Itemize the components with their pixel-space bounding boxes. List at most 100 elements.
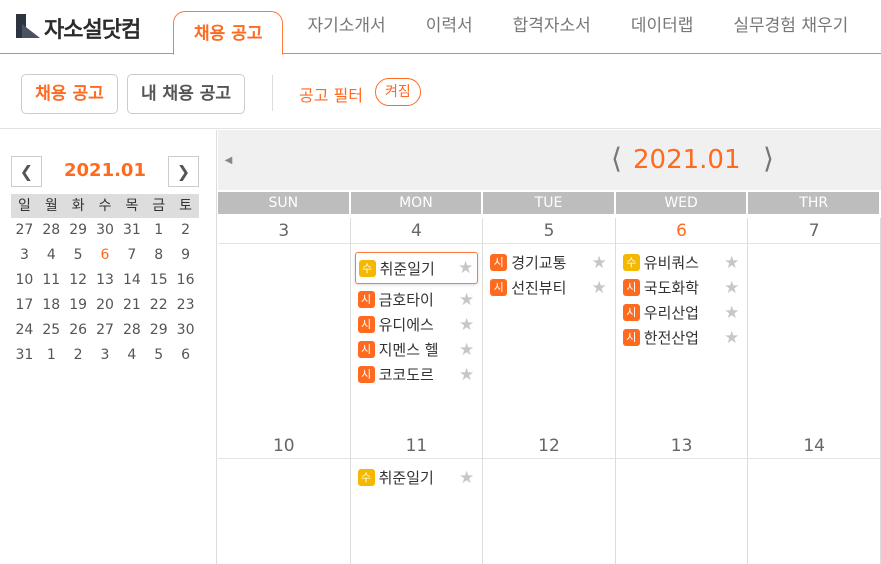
job-event[interactable]: 시 지멘스 헬 ★ bbox=[355, 337, 479, 362]
mini-day[interactable]: 7 bbox=[118, 243, 145, 268]
star-icon[interactable]: ★ bbox=[724, 253, 739, 273]
mini-day[interactable]: 3 bbox=[11, 243, 38, 268]
job-event[interactable]: 수 취준일기 ★ bbox=[355, 465, 479, 490]
collapse-sidebar-button[interactable]: ◀ bbox=[218, 130, 239, 190]
company-name: 한전산업 bbox=[643, 329, 699, 347]
mini-day[interactable]: 27 bbox=[11, 218, 38, 243]
mini-day[interactable]: 1 bbox=[38, 343, 65, 368]
mini-day[interactable]: 12 bbox=[65, 268, 92, 293]
day-cell[interactable]: 3 bbox=[218, 218, 351, 433]
day-cell[interactable]: 6 수 유비쿼스 ★ 시 국도화학 ★ 시 우리산업 ★ 시 한전산업 ★ bbox=[615, 218, 749, 433]
mini-day[interactable]: 2 bbox=[65, 343, 92, 368]
mini-day[interactable]: 21 bbox=[118, 293, 145, 318]
mini-day[interactable]: 28 bbox=[38, 218, 65, 243]
mini-day[interactable]: 3 bbox=[92, 343, 119, 368]
tab-3[interactable]: 합격자소서 bbox=[493, 11, 611, 55]
day-cell[interactable]: 7 bbox=[748, 218, 881, 433]
day-cell[interactable]: 4 수 취준일기 ★ 시 금호타이 ★ 시 유디에스 ★ 시 지멘스 헬 ★ 시 코코도르 ★ bbox=[350, 218, 484, 433]
mini-day[interactable]: 5 bbox=[65, 243, 92, 268]
mini-day[interactable]: 9 bbox=[172, 243, 199, 268]
mini-day[interactable]: 28 bbox=[118, 318, 145, 343]
day-cell[interactable]: 5 시 경기교통 ★ 시 선진뷰티 ★ bbox=[483, 218, 616, 433]
mini-day[interactable]: 29 bbox=[145, 318, 172, 343]
weekday-label: SUN bbox=[218, 192, 351, 214]
day-cell[interactable]: 12 bbox=[483, 433, 616, 564]
filter-toggle[interactable]: 켜짐 bbox=[375, 78, 421, 106]
mini-day[interactable]: 10 bbox=[11, 268, 38, 293]
star-icon[interactable]: ★ bbox=[459, 290, 474, 310]
mini-day[interactable]: 29 bbox=[65, 218, 92, 243]
job-event[interactable]: 수 유비쿼스 ★ bbox=[620, 250, 744, 275]
mini-day[interactable]: 2 bbox=[172, 218, 199, 243]
day-cell[interactable]: 10 bbox=[218, 433, 351, 564]
job-event[interactable]: 시 금호타이 ★ bbox=[355, 287, 479, 312]
mini-day[interactable]: 23 bbox=[172, 293, 199, 318]
mini-next-month-button[interactable]: ❯ bbox=[168, 156, 199, 187]
weekday-label: WED bbox=[615, 192, 749, 214]
star-icon[interactable]: ★ bbox=[458, 258, 473, 278]
job-postings-button[interactable]: 채용 공고 bbox=[21, 74, 118, 114]
mini-day[interactable]: 27 bbox=[92, 318, 119, 343]
app-name: 자소설닷컴 bbox=[44, 18, 141, 43]
star-icon[interactable]: ★ bbox=[724, 328, 739, 348]
mini-day[interactable]: 31 bbox=[11, 343, 38, 368]
mini-day[interactable]: 16 bbox=[172, 268, 199, 293]
job-event[interactable]: 시 선진뷰티 ★ bbox=[487, 275, 611, 300]
mini-day[interactable]: 4 bbox=[118, 343, 145, 368]
company-name: 코코도르 bbox=[378, 366, 434, 384]
company-name: 선진뷰티 bbox=[511, 279, 567, 297]
mini-day[interactable]: 20 bbox=[92, 293, 119, 318]
mini-day[interactable]: 13 bbox=[92, 268, 119, 293]
mini-day[interactable]: 25 bbox=[38, 318, 65, 343]
next-month-button[interactable]: ⟩ bbox=[763, 144, 774, 174]
mini-week-row: 31 1 2 3 4 5 6 bbox=[11, 343, 199, 368]
job-event[interactable]: 시 국도화학 ★ bbox=[620, 275, 744, 300]
mini-day[interactable]: 22 bbox=[145, 293, 172, 318]
star-icon[interactable]: ★ bbox=[459, 365, 474, 385]
mini-day[interactable]: 14 bbox=[118, 268, 145, 293]
star-icon[interactable]: ★ bbox=[459, 340, 474, 360]
mini-day[interactable]: 15 bbox=[145, 268, 172, 293]
mini-day[interactable]: 1 bbox=[145, 218, 172, 243]
tab-2[interactable]: 이력서 bbox=[406, 11, 493, 55]
mini-day[interactable]: 8 bbox=[145, 243, 172, 268]
mini-day[interactable]: 31 bbox=[118, 218, 145, 243]
job-event[interactable]: 시 유디에스 ★ bbox=[355, 312, 479, 337]
mini-day[interactable]: 5 bbox=[145, 343, 172, 368]
mini-day[interactable]: 30 bbox=[92, 218, 119, 243]
mini-day[interactable]: 6 bbox=[172, 343, 199, 368]
mini-day[interactable]: 17 bbox=[11, 293, 38, 318]
star-icon[interactable]: ★ bbox=[459, 315, 474, 335]
mini-day[interactable]: 18 bbox=[38, 293, 65, 318]
job-event[interactable]: 수 취준일기 ★ bbox=[354, 252, 479, 284]
my-job-postings-button[interactable]: 내 채용 공고 bbox=[127, 74, 245, 114]
day-cell[interactable]: 11 수 취준일기 ★ bbox=[350, 433, 484, 564]
star-icon[interactable]: ★ bbox=[724, 278, 739, 298]
top-nav: 자소설닷컴 채용 공고 자기소개서 이력서 합격자소서 데이터랩 실무경험 채우기 bbox=[0, 0, 881, 55]
logo-icon bbox=[16, 14, 40, 42]
company-name: 금호타이 bbox=[378, 291, 434, 309]
mini-day[interactable]: 26 bbox=[65, 318, 92, 343]
mini-day[interactable]: 4 bbox=[38, 243, 65, 268]
star-icon[interactable]: ★ bbox=[724, 303, 739, 323]
day-cell[interactable]: 13 bbox=[615, 433, 749, 564]
mini-day[interactable]: 30 bbox=[172, 318, 199, 343]
mini-day[interactable]: 6 bbox=[92, 243, 119, 268]
star-icon[interactable]: ★ bbox=[592, 278, 607, 298]
prev-month-button[interactable]: ⟨ bbox=[611, 144, 622, 174]
tab-1[interactable]: 자기소개서 bbox=[287, 11, 405, 55]
tab-4[interactable]: 데이터랩 bbox=[611, 11, 714, 55]
job-event[interactable]: 시 우리산업 ★ bbox=[620, 300, 744, 325]
tab-5[interactable]: 실무경험 채우기 bbox=[713, 11, 868, 55]
day-cell[interactable]: 14 bbox=[748, 433, 881, 564]
job-event[interactable]: 시 경기교통 ★ bbox=[487, 250, 611, 275]
job-event[interactable]: 시 한전산업 ★ bbox=[620, 325, 744, 350]
job-event[interactable]: 시 코코도르 ★ bbox=[355, 362, 479, 387]
star-icon[interactable]: ★ bbox=[459, 468, 474, 488]
mini-day[interactable]: 11 bbox=[38, 268, 65, 293]
tab-0[interactable]: 채용 공고 bbox=[173, 11, 284, 55]
logo[interactable]: 자소설닷컴 bbox=[16, 12, 141, 44]
mini-day[interactable]: 24 bbox=[11, 318, 38, 343]
star-icon[interactable]: ★ bbox=[592, 253, 607, 273]
mini-day[interactable]: 19 bbox=[65, 293, 92, 318]
